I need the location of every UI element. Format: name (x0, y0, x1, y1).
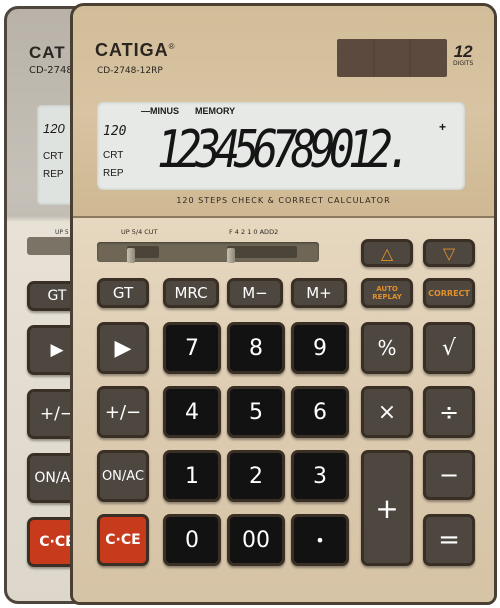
decimal-switch-label: F 4 2 1 0 ADD2 (229, 228, 279, 236)
memory-indicator: MEMORY (195, 106, 236, 116)
rounding-switch-knob[interactable] (127, 248, 135, 263)
minus-key[interactable]: − (423, 450, 475, 500)
back-lcd-rep: REP (43, 169, 64, 180)
multiply-key[interactable]: × (361, 386, 413, 438)
key-1[interactable]: 1 (163, 450, 221, 502)
back-lcd-crt: CRT (43, 151, 64, 162)
plus-indicator: + (439, 120, 447, 134)
key-5[interactable]: 5 (227, 386, 285, 438)
key-2[interactable]: 2 (227, 450, 285, 502)
rounding-switch-label: UP 5/4 CUT (121, 228, 158, 236)
display-panel: CATIGA® CD-2748-12RP 12 DIGITS —MINUS ME… (73, 6, 494, 218)
play-arrow-icon: ▶ (114, 335, 132, 361)
back-brand-logo: CAT (29, 43, 66, 62)
key-4[interactable]: 4 (163, 386, 221, 438)
decimal-switch-knob[interactable] (227, 248, 235, 263)
switch-track (97, 242, 319, 263)
decimal-switch[interactable] (227, 246, 297, 263)
solar-panel (337, 39, 447, 77)
crt-indicator: CRT (103, 150, 124, 161)
m-minus-key[interactable]: M− (227, 278, 283, 308)
display-readout: 123456789012. (157, 120, 412, 180)
decimal-key[interactable]: • (291, 514, 349, 566)
key-0[interactable]: 0 (163, 514, 221, 566)
digits-badge: 12 DIGITS (453, 42, 474, 67)
calculator: CATIGA® CD-2748-12RP 12 DIGITS —MINUS ME… (70, 3, 497, 605)
sqrt-key[interactable]: √ (423, 322, 475, 374)
key-8[interactable]: 8 (227, 322, 285, 374)
key-3[interactable]: 3 (291, 450, 349, 502)
minus-indicator: —MINUS (141, 106, 179, 116)
lcd-display: —MINUS MEMORY 120 CRT REP 123456789012. … (97, 102, 465, 190)
key-00[interactable]: 00 (227, 514, 285, 566)
percent-key[interactable]: % (361, 322, 413, 374)
back-slider-label: UP 5 (55, 229, 69, 236)
key-7[interactable]: 7 (163, 322, 221, 374)
brand-logo: CATIGA® (95, 40, 176, 60)
correct-key[interactable]: CORRECT (423, 278, 475, 308)
mrc-key[interactable]: MRC (163, 278, 219, 308)
auto-replay-key[interactable]: AUTO REPLAY (361, 278, 413, 308)
triangle-down-icon: ▽ (442, 243, 456, 263)
down-arrow-key[interactable]: ▽ (423, 239, 475, 267)
back-model-number: CD-2748 (29, 65, 73, 76)
up-arrow-key[interactable]: △ (361, 239, 413, 267)
rep-indicator: REP (103, 168, 124, 179)
clear-key[interactable]: C·CE (97, 514, 149, 566)
divide-key[interactable]: ÷ (423, 386, 475, 438)
steps-indicator: 120 (103, 124, 127, 139)
m-plus-key[interactable]: M+ (291, 278, 347, 308)
plus-key[interactable]: + (361, 450, 413, 566)
on-ac-key[interactable]: ON/AC (97, 450, 149, 502)
key-9[interactable]: 9 (291, 322, 349, 374)
tagline: 120 STEPS CHECK & CORRECT CALCULATOR (176, 196, 391, 205)
sign-key[interactable]: +/− (97, 386, 149, 438)
rounding-switch[interactable] (127, 246, 159, 263)
model-number: CD-2748-12RP (97, 66, 163, 76)
equals-key[interactable]: = (423, 514, 475, 566)
back-lcd-steps: 120 (43, 121, 65, 136)
backspace-key[interactable]: ▶ (97, 322, 149, 374)
gt-key[interactable]: GT (97, 278, 149, 308)
triangle-up-icon: △ (380, 243, 394, 263)
key-6[interactable]: 6 (291, 386, 349, 438)
